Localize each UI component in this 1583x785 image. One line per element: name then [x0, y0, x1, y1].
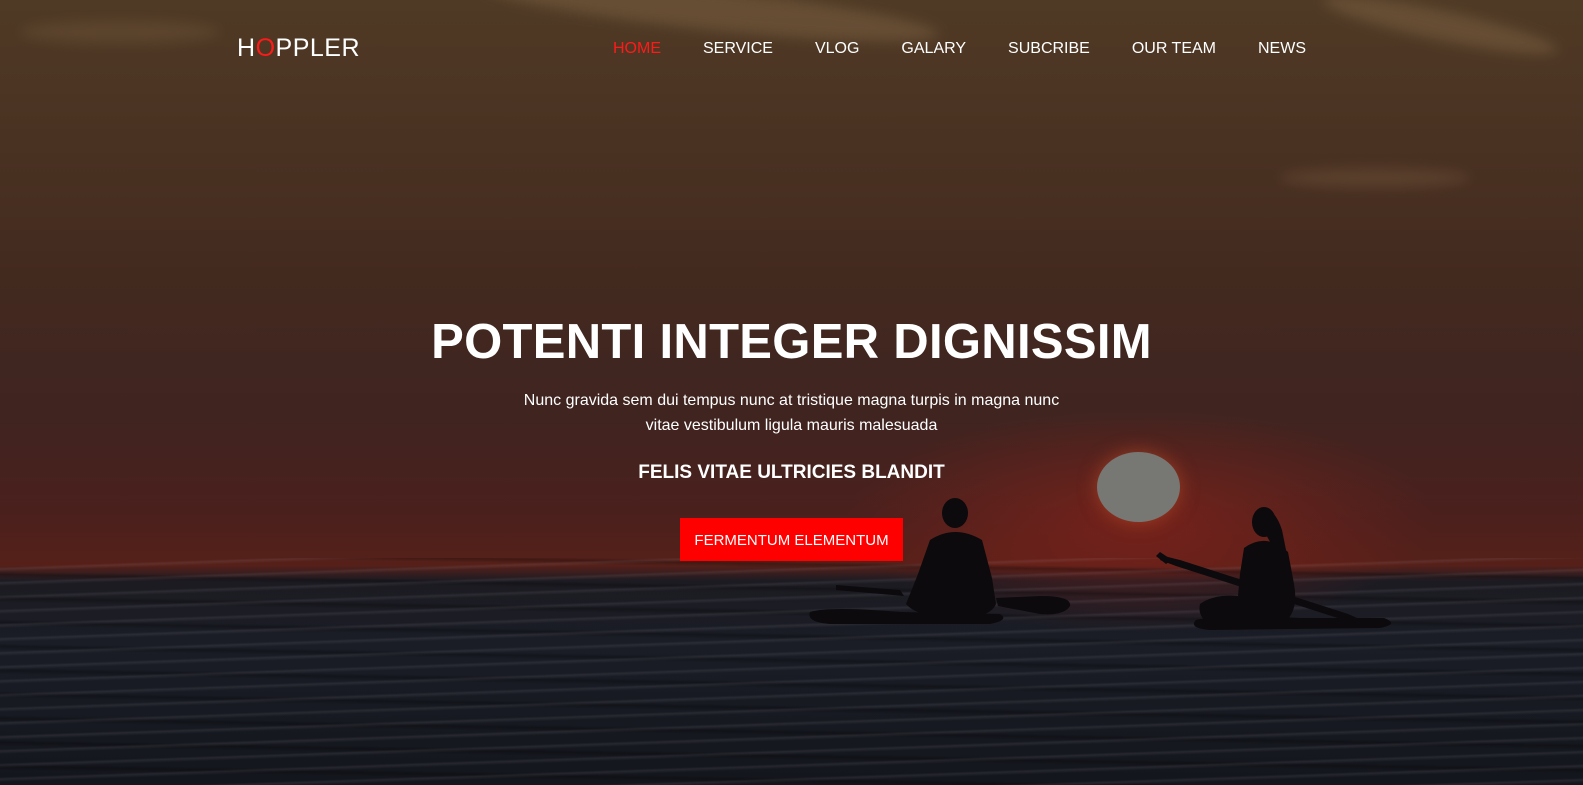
hero-section: H O PPLER HOME SERVICE VLOG GALARY SUBCRIB…	[0, 0, 1583, 785]
main-navigation: HOME SERVICE VLOG GALARY SUBCRIBE OUR TE…	[592, 38, 1327, 60]
nav-item-vlog[interactable]: VLOG	[794, 38, 880, 60]
nav-item-our-team[interactable]: OUR TEAM	[1111, 38, 1237, 60]
nav-item-galary[interactable]: GALARY	[880, 38, 987, 60]
logo-text-start: H	[237, 34, 256, 62]
logo-text-end: PPLER	[275, 34, 360, 62]
hero-content: POTENTI INTEGER DIGNISSIM Nunc gravida s…	[0, 312, 1583, 561]
hero-description: Nunc gravida sem dui tempus nunc at tris…	[523, 392, 1060, 434]
nav-item-service[interactable]: SERVICE	[682, 38, 794, 60]
hero-tagline: FELIS VITAE ULTRICIES BLANDIT	[638, 462, 945, 483]
cta-button[interactable]: FERMENTUM ELEMENTUM	[680, 518, 903, 561]
nav-item-home[interactable]: HOME	[592, 38, 682, 60]
nav-item-subcribe[interactable]: SUBCRIBE	[987, 38, 1111, 60]
brand-logo[interactable]: H O PPLER	[237, 34, 360, 63]
nav-item-news[interactable]: NEWS	[1237, 38, 1327, 60]
logo-text-accent: O	[255, 34, 276, 62]
hero-headline: POTENTI INTEGER DIGNISSIM	[431, 315, 1152, 369]
